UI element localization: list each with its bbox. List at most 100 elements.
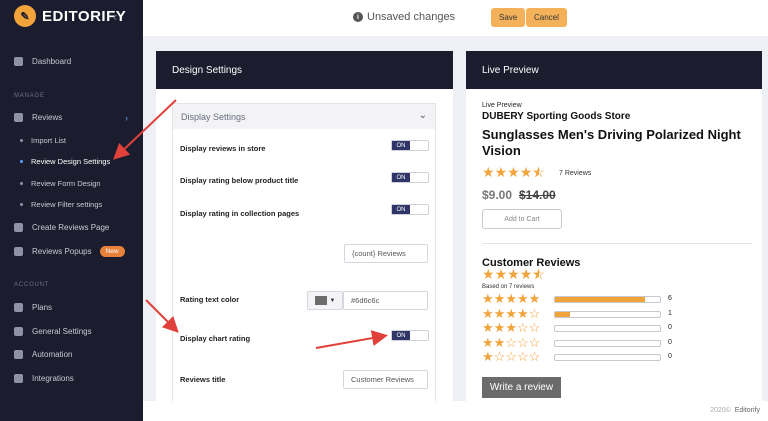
star-icon: ★: [482, 334, 494, 350]
label-rating-text-color: Rating text color: [180, 295, 240, 304]
distribution-bar: [554, 354, 661, 361]
star-icon: ★: [516, 305, 529, 321]
sidebar-subitem-import-list[interactable]: Import List: [20, 136, 66, 145]
sidebar-item-label: General Settings: [32, 327, 92, 336]
sidebar-item-reviews[interactable]: Reviews: [14, 113, 62, 122]
product-title: Sunglasses Men's Driving Polarized Night…: [482, 127, 741, 158]
sidebar-subitem-label: Review Design Settings: [31, 157, 111, 166]
settings-icon: [14, 327, 23, 336]
toggle-on-label: ON: [392, 141, 410, 150]
logo[interactable]: ✎ EDITORIFY: [14, 5, 126, 27]
star-icon: ★: [482, 320, 494, 335]
page-icon: [14, 223, 23, 232]
unsaved-text: Unsaved changes: [367, 11, 456, 23]
star-icon: ☆: [528, 320, 541, 335]
sidebar: ✎ EDITORIFY ‹ Dashboard MANAGE Reviews ›…: [0, 0, 143, 421]
chevron-down-icon: ⌄: [418, 110, 427, 121]
star-icon: ★: [528, 291, 541, 306]
plans-icon: [14, 303, 23, 312]
display-settings-header[interactable]: Display Settings ⌄: [173, 104, 435, 129]
sidebar-subitem-review-design-settings[interactable]: Review Design Settings: [20, 157, 110, 166]
distribution-bar: [554, 339, 661, 347]
star-icon: ★: [482, 291, 494, 306]
cancel-button[interactable]: Cancel: [526, 8, 567, 27]
footer-brand: Editorify: [734, 407, 760, 414]
divider: [482, 243, 752, 244]
star-icon: ★: [493, 320, 506, 335]
distribution-count: 0: [668, 324, 672, 331]
sidebar-item-integrations[interactable]: Integrations: [14, 374, 74, 383]
footer-text: 2020© Editorify: [710, 407, 760, 414]
chevron-right-icon: ›: [125, 113, 128, 123]
star-icon: ☆: [528, 349, 541, 364]
distribution-count: 0: [668, 353, 672, 360]
sidebar-subitem-review-filter-settings[interactable]: Review Filter settings: [20, 200, 102, 209]
automation-icon: [14, 350, 23, 359]
star-icon: ★: [494, 266, 508, 282]
review-count-format-input[interactable]: {count} Reviews: [344, 244, 428, 263]
reviews-title-input[interactable]: Customer Reviews: [343, 370, 428, 389]
top-bar: i Unsaved changes Save Cancel: [143, 0, 768, 36]
color-swatch: [314, 296, 327, 305]
sidebar-item-label: Plans: [32, 303, 53, 312]
label-rating-collection: Display rating in collection pages: [180, 209, 300, 218]
footer-year: 2020©: [710, 407, 731, 414]
sidebar-item-reviews-popups[interactable]: Reviews Popups New: [14, 246, 125, 257]
collapse-icon[interactable]: ‹: [113, 9, 117, 24]
toggle-rating-collection[interactable]: ON: [391, 204, 429, 215]
sidebar-item-general-settings[interactable]: General Settings: [14, 327, 92, 336]
sidebar-item-plans[interactable]: Plans: [14, 303, 52, 312]
sidebar-item-label: Integrations: [32, 374, 74, 383]
write-review-button[interactable]: Write a review: [482, 377, 561, 398]
star-icon: ★: [505, 305, 517, 321]
distribution-stars: ★ ★ ★ ★ ☆: [482, 307, 540, 320]
sidebar-subitem-label: Import List: [31, 136, 67, 145]
star-icon: ★: [482, 349, 494, 364]
distribution-bar: [554, 310, 661, 318]
star-icon: ☆: [528, 334, 541, 350]
star-icon: ★: [493, 334, 506, 350]
manage-section-label: MANAGE: [14, 93, 45, 99]
integrations-icon: [14, 374, 23, 383]
live-preview-panel: Live Preview Live Preview DUBERY Sportin…: [466, 51, 762, 401]
bullet-icon: [20, 203, 23, 206]
add-to-cart-button[interactable]: Add to Cart: [482, 209, 562, 229]
sidebar-item-label: Reviews: [32, 113, 63, 122]
label-rating-below-title: Display rating below product title: [180, 176, 299, 185]
distribution-stars: ★ ★ ☆ ☆ ☆: [482, 336, 540, 349]
sidebar-item-label: Create Reviews Page: [32, 223, 110, 232]
unsaved-status: i Unsaved changes: [353, 11, 455, 23]
color-picker-button[interactable]: ▼: [307, 291, 343, 310]
star-icon: ★: [494, 164, 508, 180]
old-price: $14.00: [519, 188, 556, 202]
label-display-reviews: Display reviews in store: [180, 144, 266, 153]
star-icon: ☆: [516, 334, 529, 350]
distribution-bar: [554, 325, 661, 332]
toggle-display-reviews[interactable]: ON: [391, 140, 429, 151]
star-icon: ☆: [528, 305, 541, 321]
sidebar-item-automation[interactable]: Automation: [14, 350, 72, 359]
toggle-chart-rating[interactable]: ON: [391, 330, 429, 341]
star-icon: ★: [482, 305, 494, 321]
sidebar-subitem-review-form-design[interactable]: Review Form Design: [20, 179, 101, 188]
design-settings-header: Design Settings: [156, 51, 453, 89]
distribution-count: 1: [668, 309, 672, 317]
sidebar-subitem-label: Review Form Design: [31, 179, 101, 188]
price: $9.00: [482, 188, 513, 202]
star-icon: ☆: [505, 334, 517, 350]
toggle-on-label: ON: [392, 331, 410, 340]
star-icon: ☆★: [532, 164, 545, 180]
distribution-count: 0: [668, 338, 672, 346]
rating-color-input[interactable]: #6d6c6c: [343, 291, 428, 310]
sidebar-item-create-reviews-page[interactable]: Create Reviews Page: [14, 223, 109, 232]
based-on-text: Based on 7 reviews: [482, 284, 535, 290]
sidebar-item-dashboard[interactable]: Dashboard: [14, 57, 71, 66]
star-icon: ★: [519, 164, 533, 180]
toggle-rating-below-title[interactable]: ON: [391, 172, 429, 183]
star-icon: ★: [516, 291, 529, 306]
save-button[interactable]: Save: [491, 8, 526, 27]
distribution-bar: [554, 296, 661, 303]
preview-label: Live Preview: [482, 102, 522, 109]
distribution-bar-fill: [555, 311, 570, 317]
sidebar-item-label: Dashboard: [32, 57, 72, 66]
